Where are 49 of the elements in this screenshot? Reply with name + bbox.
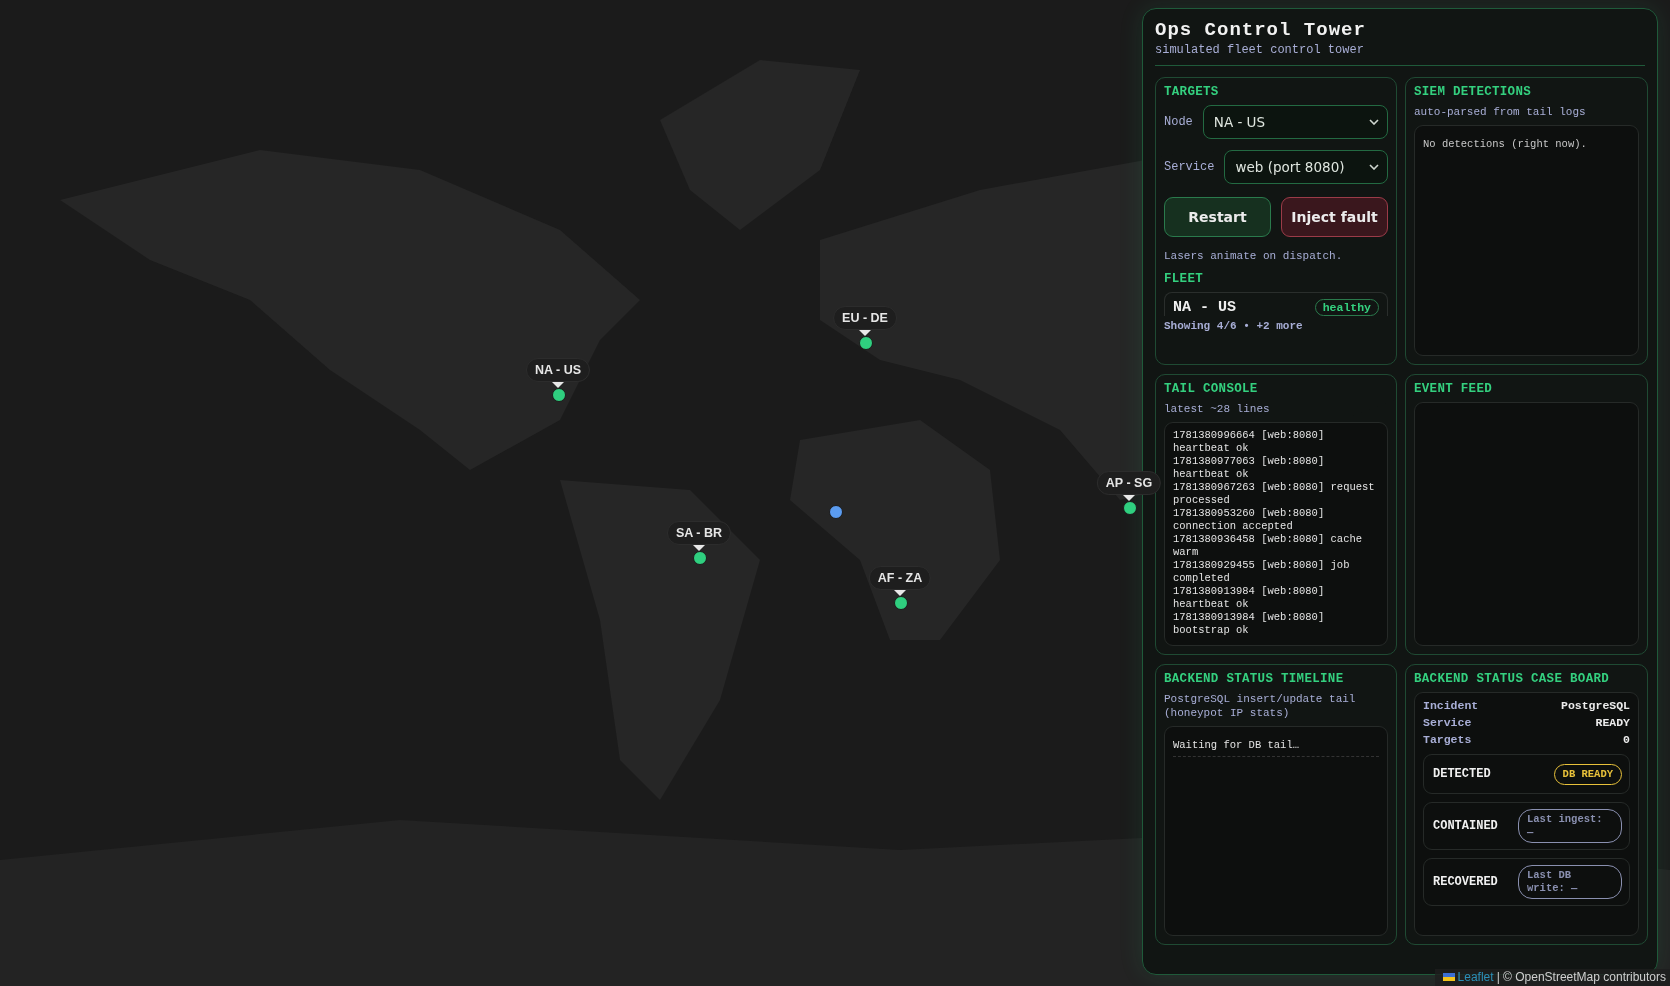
fact-label: Service [1423, 716, 1472, 729]
dropdown[interactable]: NA - US [1202, 105, 1388, 139]
field-label: Node [1164, 115, 1193, 129]
section-heading: FLEET [1164, 272, 1204, 286]
log-line: 1781380936458 [web:8080] cache warm [1173, 533, 1364, 559]
section-heading: TAIL CONSOLE [1164, 382, 1259, 396]
fleet-summary: Showing 4/6 • +2 more [1164, 320, 1304, 332]
fact-value: 0 [1623, 733, 1630, 746]
panel-subtitle: simulated fleet control tower [1155, 43, 1365, 57]
log-line: 1781380996664 [web:8080] heartbeat ok [1173, 429, 1326, 455]
fact-label: Incident [1423, 699, 1479, 712]
node-name: NA - US [1173, 299, 1236, 316]
marker-label: AP - SG [1096, 471, 1162, 495]
section-heading: SIEM DETECTIONS [1414, 85, 1533, 99]
leaflet-link[interactable]: Leaflet [1457, 970, 1494, 984]
marker-label: AF - ZA [868, 566, 932, 590]
log-line: 1781380913984 [web:8080] bootstrap ok [1173, 611, 1326, 637]
section-heading: BACKEND STATUS CASE BOARD [1414, 672, 1611, 686]
log-line: 1781380977063 [web:8080] heartbeat ok [1173, 455, 1326, 481]
fact-value: READY [1595, 716, 1630, 729]
stage-badge: Last ingest: — [1518, 809, 1622, 843]
section-subtitle: auto-parsed from tail logs [1414, 105, 1587, 119]
stage-name: RECOVERED [1433, 875, 1498, 889]
section-subtitle: PostgreSQL insert/update tail (honeypot IP stats) [1164, 692, 1357, 720]
log-line: 1781380929455 [web:8080] job completed [1173, 559, 1351, 585]
attribution-text: | © OpenStreetMap contributors [1496, 970, 1666, 984]
marker-label: EU - DE [833, 306, 897, 330]
fact-label: Targets [1423, 733, 1472, 746]
log-line: 1781380967263 [web:8080] request processed [1173, 481, 1376, 507]
stage-badge: Last DB write: — [1518, 865, 1622, 899]
panel-title: Ops Control Tower [1155, 19, 1367, 41]
section-heading: BACKEND STATUS TIMELINE [1164, 672, 1345, 686]
field-label: Service [1164, 160, 1215, 174]
marker-label: SA - BR [666, 521, 732, 545]
empty-message: Waiting for DB tail… [1173, 735, 1379, 757]
stage-name: DETECTED [1433, 767, 1491, 781]
log-line: 1781380953260 [web:8080] connection accepted [1173, 507, 1326, 533]
section-heading: EVENT FEED [1414, 382, 1493, 396]
empty-message: No detections (right now). [1423, 138, 1587, 150]
section-subtitle: latest ~28 lines [1164, 402, 1271, 416]
log-line: 1781380913984 [web:8080] heartbeat ok [1173, 585, 1326, 611]
dropdown[interactable]: web (port 8080) [1224, 150, 1388, 184]
action-button[interactable]: Inject fault [1281, 197, 1388, 237]
section-heading: TARGETS [1164, 85, 1220, 99]
stage-name: CONTAINED [1433, 819, 1498, 833]
marker-label: NA - US [525, 358, 591, 382]
action-button[interactable]: Restart [1164, 197, 1271, 237]
hint-text: Lasers animate on dispatch. [1164, 250, 1344, 262]
fact-value: PostgreSQL [1561, 699, 1630, 712]
